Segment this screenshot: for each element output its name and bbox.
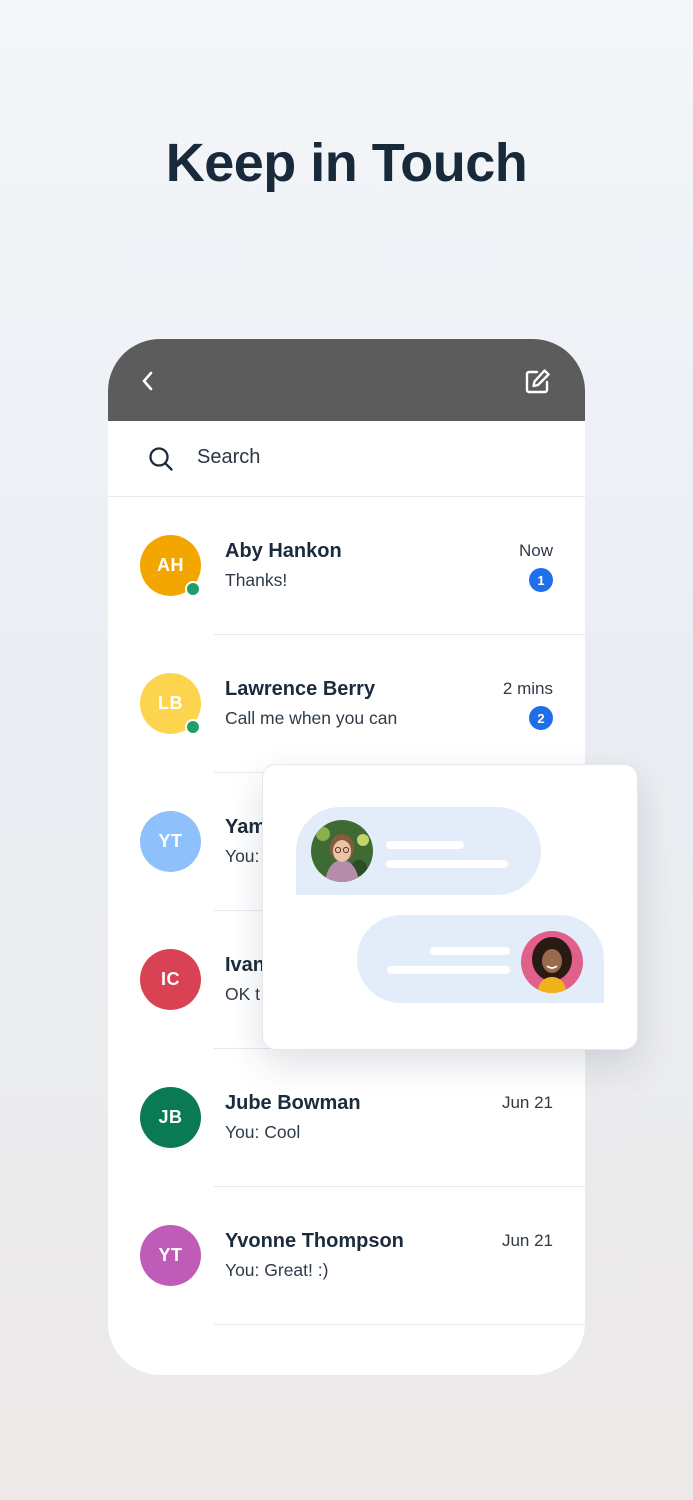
incoming-message-bubble <box>296 807 541 895</box>
outgoing-message-bubble <box>357 915 604 1003</box>
compose-button[interactable] <box>522 367 552 397</box>
chevron-left-icon <box>142 371 153 391</box>
message-line <box>430 947 510 955</box>
chat-preview-card <box>262 764 638 1050</box>
search-bar <box>108 421 585 497</box>
user-photo-avatar <box>521 931 583 993</box>
unread-count-badge: 1 <box>529 568 553 592</box>
online-status-icon <box>185 719 201 735</box>
unread-count-badge: 2 <box>529 706 553 730</box>
contact-name: Aby Hankon <box>225 540 342 562</box>
message-preview: OK t <box>225 984 261 1004</box>
conversation-row[interactable]: JB Jube Bowman You: Cool Jun 21 <box>108 1049 585 1187</box>
online-status-icon <box>185 581 201 597</box>
conversation-row[interactable]: YT Yvonne Thompson You: Great! :) Jun 21 <box>108 1187 585 1325</box>
message-line <box>386 860 508 868</box>
compose-edit-icon <box>525 369 550 394</box>
avatar: YT <box>140 811 201 872</box>
message-timestamp: 2 mins <box>502 679 553 698</box>
avatar: YT <box>140 1225 201 1286</box>
search-icon[interactable] <box>148 446 174 472</box>
contact-name: Yam <box>225 816 267 838</box>
message-timestamp: Now <box>518 541 553 560</box>
row-divider <box>214 1324 585 1325</box>
avatar: IC <box>140 949 201 1010</box>
message-preview: You: <box>225 846 260 866</box>
contact-name: Jube Bowman <box>225 1092 361 1114</box>
app-header <box>108 339 585 421</box>
message-line <box>386 841 464 849</box>
conversation-row[interactable]: AH Aby Hankon Thanks! Now 1 <box>108 497 585 635</box>
conversation-row[interactable]: LB Lawrence Berry Call me when you can 2 mi… <box>108 635 585 773</box>
contact-name: Lawrence Berry <box>225 678 376 700</box>
message-preview: You: Great! :) <box>225 1260 329 1280</box>
message-timestamp: Jun 21 <box>501 1093 553 1112</box>
message-preview: Thanks! <box>225 570 288 590</box>
page-headline: Keep in Touch <box>165 133 528 193</box>
message-timestamp: Jun 21 <box>501 1231 553 1250</box>
contact-photo-avatar <box>311 820 373 882</box>
back-button[interactable] <box>136 369 160 393</box>
message-preview: You: Cool <box>225 1122 301 1142</box>
contact-name: Yvonne Thompson <box>225 1230 404 1252</box>
contact-name: Ivan <box>225 954 266 976</box>
search-input[interactable] <box>197 446 497 469</box>
message-line <box>387 966 510 974</box>
message-preview: Call me when you can <box>225 708 398 728</box>
avatar: JB <box>140 1087 201 1148</box>
